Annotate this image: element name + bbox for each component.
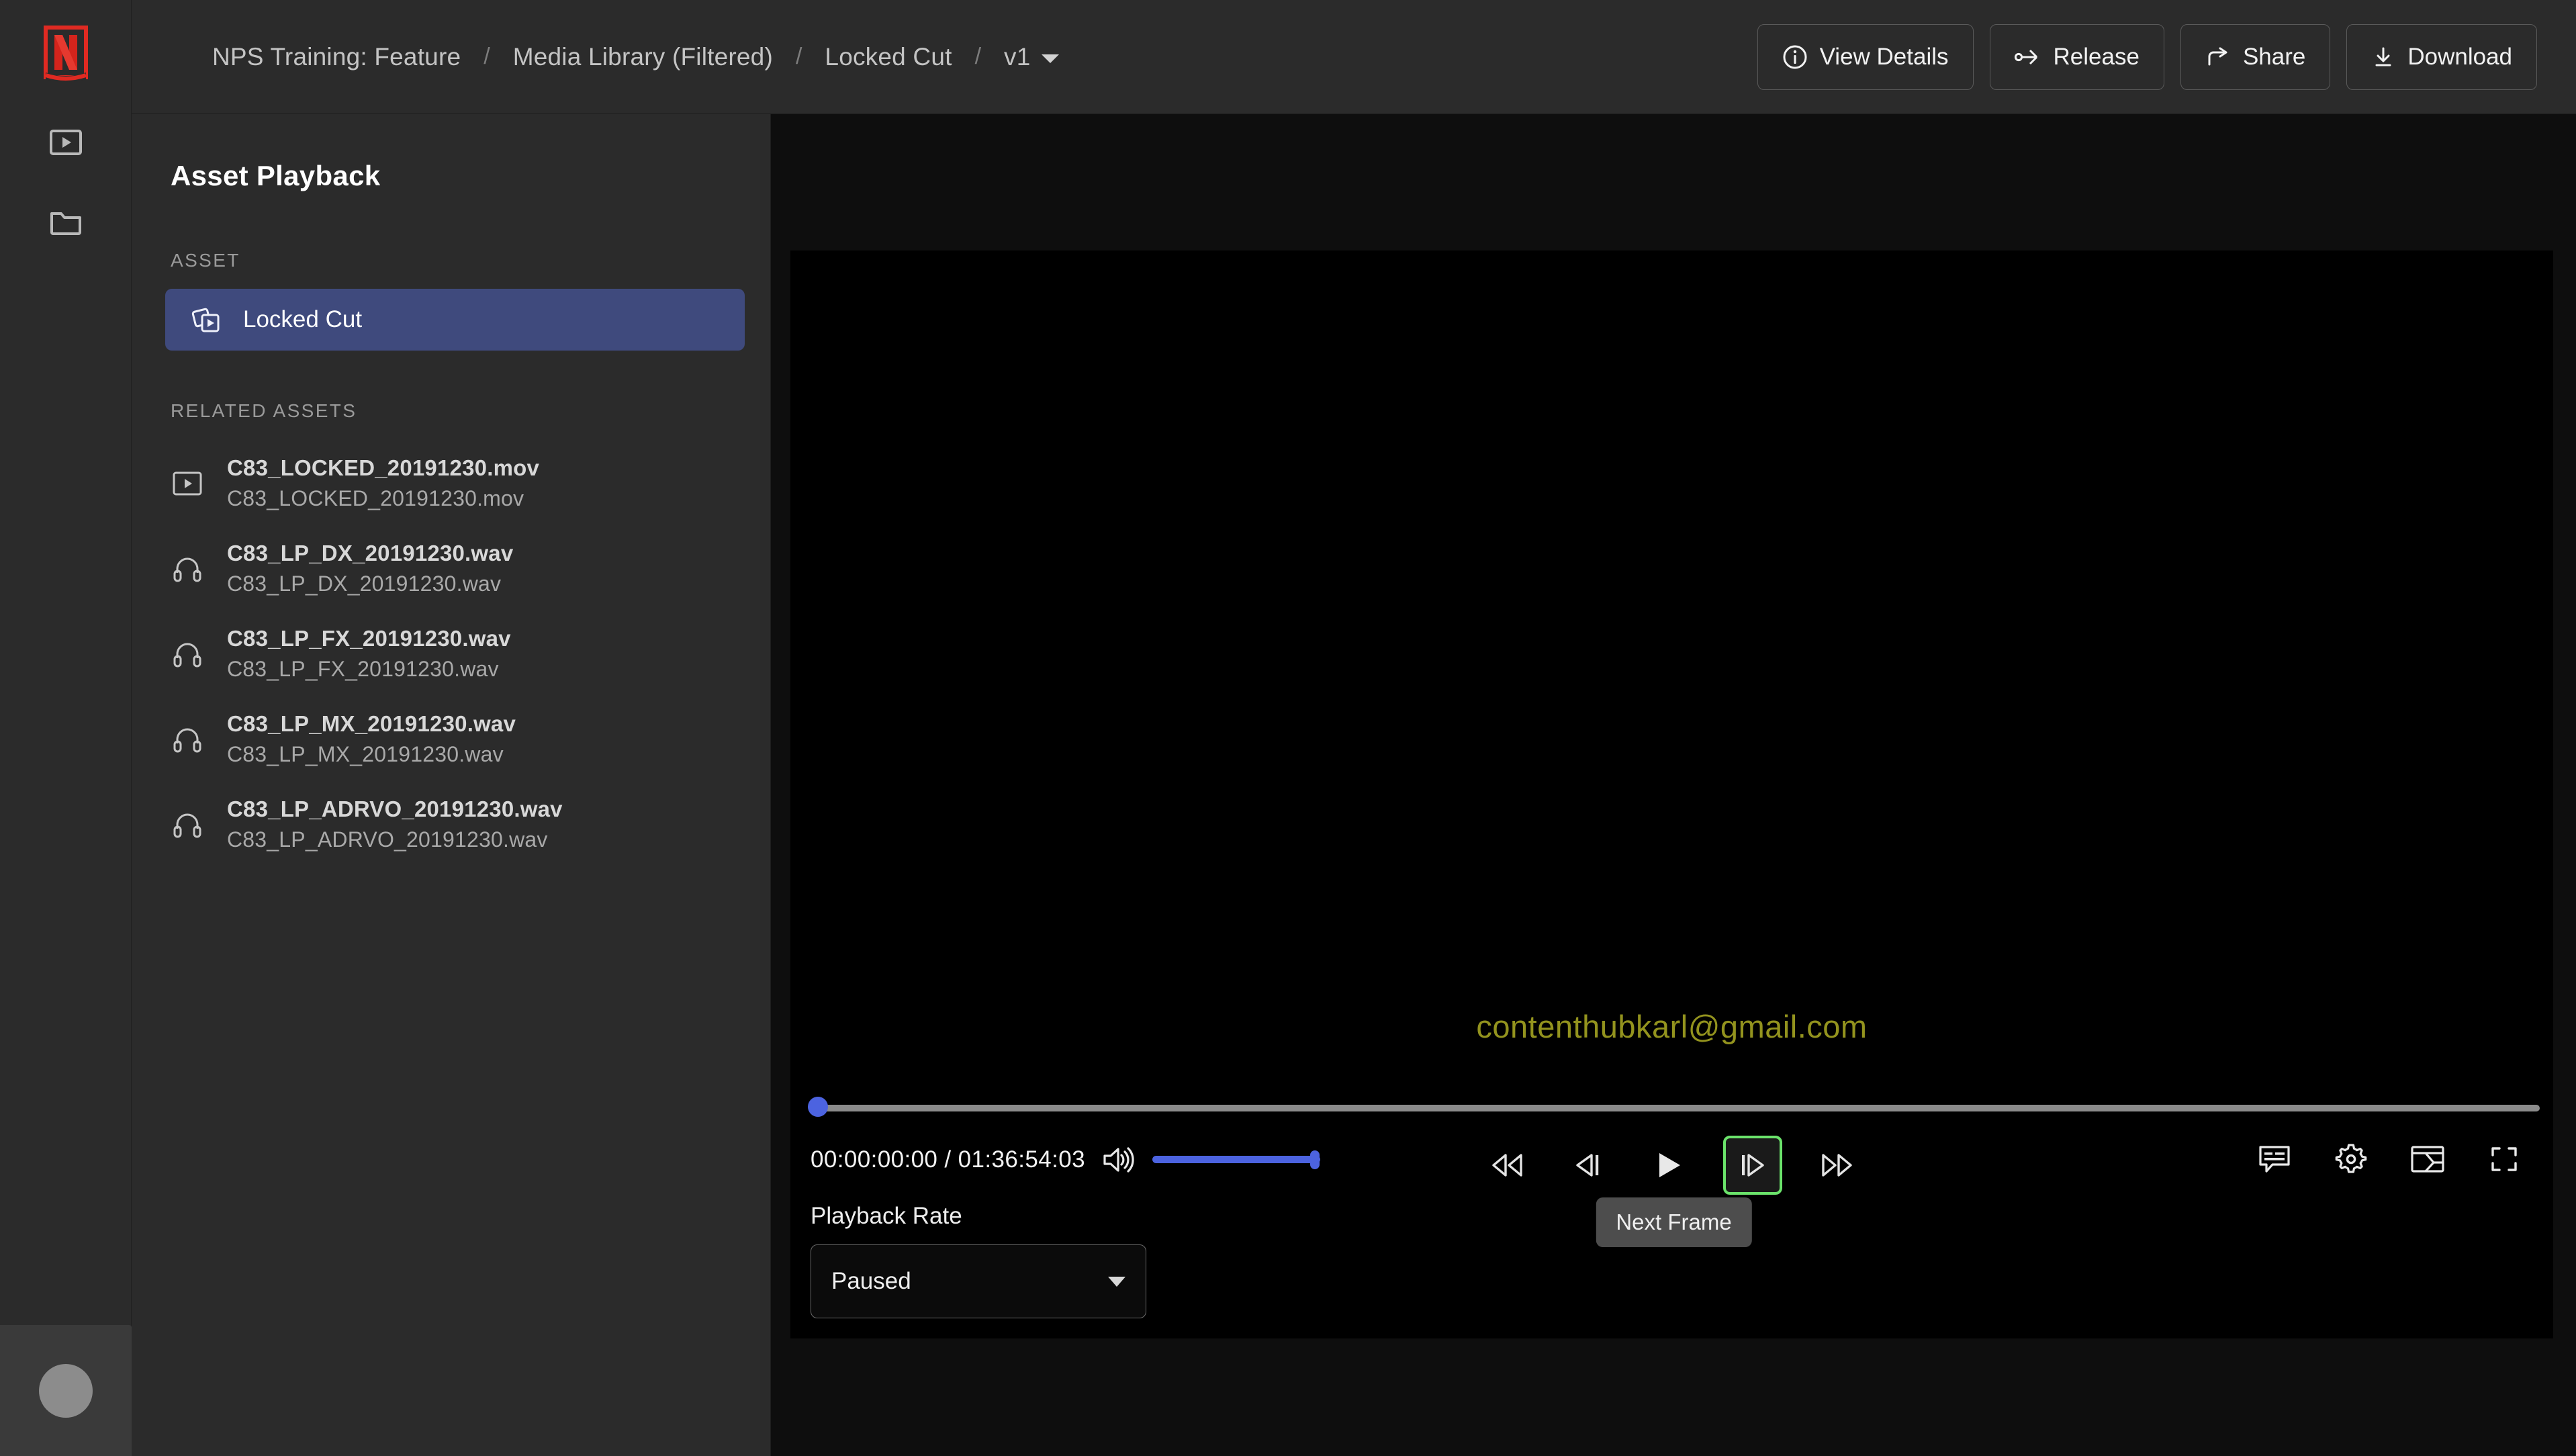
playback-rate-select[interactable]: Paused bbox=[811, 1244, 1146, 1318]
previous-frame-button[interactable] bbox=[1562, 1140, 1613, 1191]
list-item-text: C83_LP_MX_20191230.wav C83_LP_MX_2019123… bbox=[227, 711, 516, 767]
view-details-label: View Details bbox=[1819, 43, 1949, 70]
share-arrow-icon bbox=[2205, 44, 2231, 70]
asset-sidebar: Asset Playback ASSET Locked Cut RELATED … bbox=[132, 114, 771, 1456]
user-avatar[interactable] bbox=[38, 1363, 93, 1418]
transport-controls bbox=[1481, 1136, 1863, 1195]
info-circle-icon bbox=[1782, 44, 1808, 70]
list-item-text: C83_LP_FX_20191230.wav C83_LP_FX_2019123… bbox=[227, 626, 511, 682]
list-item-text: C83_LOCKED_20191230.mov C83_LOCKED_20191… bbox=[227, 455, 539, 511]
list-item-title: C83_LP_MX_20191230.wav bbox=[227, 711, 516, 736]
list-item-title: C83_LP_ADRVO_20191230.wav bbox=[227, 797, 563, 821]
playback-rate-label: Playback Rate bbox=[811, 1203, 962, 1229]
playback-rate-value: Paused bbox=[831, 1268, 911, 1294]
top-bar: NPS Training: Feature / Media Library (F… bbox=[132, 0, 2576, 114]
fast-forward-button[interactable] bbox=[1812, 1140, 1863, 1191]
fullscreen-icon[interactable] bbox=[2485, 1140, 2524, 1179]
list-item[interactable]: C83_LP_DX_20191230.wav C83_LP_DX_2019123… bbox=[132, 526, 770, 611]
list-item-title: C83_LOCKED_20191230.mov bbox=[227, 455, 540, 480]
view-details-button[interactable]: View Details bbox=[1757, 24, 1974, 90]
release-label: Release bbox=[2053, 43, 2140, 70]
download-icon bbox=[2371, 44, 2395, 70]
share-label: Share bbox=[2242, 43, 2306, 70]
gear-icon[interactable] bbox=[2332, 1140, 2371, 1179]
main-content: contenthubkarl@gmail.com 00:00:00:00 / 0… bbox=[771, 114, 2576, 1456]
related-section-label: RELATED ASSETS bbox=[171, 400, 357, 421]
list-item-subtitle: C83_LP_ADRVO_20191230.wav bbox=[227, 827, 548, 852]
list-item[interactable]: C83_LP_MX_20191230.wav C83_LP_MX_2019123… bbox=[132, 696, 770, 782]
breadcrumb: NPS Training: Feature / Media Library (F… bbox=[212, 43, 1059, 71]
release-button[interactable]: Release bbox=[1989, 24, 2164, 90]
breadcrumb-separator: / bbox=[795, 44, 802, 69]
breadcrumb-separator: / bbox=[484, 44, 490, 69]
headphones-icon bbox=[171, 552, 204, 586]
player-right-icons bbox=[2255, 1140, 2524, 1179]
volume-icon[interactable] bbox=[1100, 1141, 1138, 1179]
list-item-title: C83_LP_FX_20191230.wav bbox=[227, 626, 511, 651]
page-title: Asset Playback bbox=[171, 160, 381, 191]
rewind-button[interactable] bbox=[1481, 1140, 1532, 1191]
list-item-subtitle: C83_LP_MX_20191230.wav bbox=[227, 742, 504, 766]
video-file-icon bbox=[171, 467, 204, 500]
timecode-display: 00:00:00:00 / 01:36:54:03 bbox=[811, 1146, 1085, 1173]
rail-item-folders[interactable] bbox=[47, 203, 85, 240]
layout-panel-icon[interactable] bbox=[2408, 1140, 2447, 1179]
list-item[interactable]: C83_LOCKED_20191230.mov C83_LOCKED_20191… bbox=[132, 441, 770, 526]
version-label: v1 bbox=[1004, 42, 1031, 71]
share-button[interactable]: Share bbox=[2180, 24, 2331, 90]
sidebar-item-label: Locked Cut bbox=[243, 306, 363, 332]
breadcrumb-item-locked-cut[interactable]: Locked Cut bbox=[825, 43, 952, 71]
download-button[interactable]: Download bbox=[2346, 24, 2537, 90]
sidebar-item-locked-cut[interactable]: Locked Cut bbox=[165, 289, 745, 351]
chevron-down-icon bbox=[1108, 1276, 1125, 1287]
media-stack-play-icon bbox=[191, 304, 222, 335]
app-root: NPS Training: Feature / Media Library (F… bbox=[0, 0, 2576, 1456]
volume-track[interactable] bbox=[1152, 1156, 1320, 1163]
rail-icon-group bbox=[47, 124, 85, 240]
left-nav-rail bbox=[0, 0, 132, 1456]
video-player: contenthubkarl@gmail.com 00:00:00:00 / 0… bbox=[790, 251, 2553, 1338]
list-item-text: C83_LP_DX_20191230.wav C83_LP_DX_2019123… bbox=[227, 541, 513, 596]
breadcrumb-separator: / bbox=[974, 44, 982, 69]
list-item-text: C83_LP_ADRVO_20191230.wav C83_LP_ADRVO_2… bbox=[227, 797, 563, 852]
netflix-logo[interactable] bbox=[43, 26, 88, 82]
play-button[interactable] bbox=[1643, 1140, 1694, 1191]
version-selector[interactable]: v1 bbox=[1004, 42, 1059, 71]
headphones-icon bbox=[171, 723, 204, 756]
breadcrumb-item-media-library[interactable]: Media Library (Filtered) bbox=[513, 43, 773, 71]
video-canvas[interactable] bbox=[790, 251, 2553, 1070]
next-frame-button[interactable] bbox=[1722, 1136, 1782, 1195]
download-label: Download bbox=[2407, 43, 2512, 70]
chevron-down-icon bbox=[1041, 54, 1059, 63]
list-item-title: C83_LP_DX_20191230.wav bbox=[227, 541, 514, 565]
seek-track[interactable] bbox=[809, 1105, 2540, 1111]
release-branch-icon bbox=[2014, 44, 2041, 70]
player-controls: 00:00:00:00 / 01:36:54:03 bbox=[790, 1130, 2553, 1204]
related-assets-list: C83_LOCKED_20191230.mov C83_LOCKED_20191… bbox=[132, 441, 770, 867]
playback-rate-block: Playback Rate Paused bbox=[811, 1203, 1146, 1318]
list-item-subtitle: C83_LP_FX_20191230.wav bbox=[227, 657, 499, 681]
headphones-icon bbox=[171, 637, 204, 671]
volume-thumb[interactable] bbox=[1309, 1150, 1320, 1169]
next-frame-tooltip: Next Frame bbox=[1596, 1197, 1752, 1247]
breadcrumb-item-project[interactable]: NPS Training: Feature bbox=[212, 43, 461, 71]
avatar-cell bbox=[0, 1324, 132, 1456]
headphones-icon bbox=[171, 808, 204, 841]
time-and-volume-group: 00:00:00:00 / 01:36:54:03 bbox=[811, 1141, 1320, 1179]
seek-thumb[interactable] bbox=[808, 1097, 828, 1117]
list-item[interactable]: C83_LP_FX_20191230.wav C83_LP_FX_2019123… bbox=[132, 611, 770, 696]
volume-slider[interactable] bbox=[1152, 1146, 1320, 1173]
subtitles-icon[interactable] bbox=[2255, 1140, 2294, 1179]
list-item-subtitle: C83_LP_DX_20191230.wav bbox=[227, 572, 502, 596]
rail-item-video-library[interactable] bbox=[47, 124, 85, 161]
seek-bar[interactable] bbox=[808, 1097, 2540, 1117]
list-item-subtitle: C83_LOCKED_20191230.mov bbox=[227, 486, 524, 510]
list-item[interactable]: C83_LP_ADRVO_20191230.wav C83_LP_ADRVO_2… bbox=[132, 782, 770, 867]
asset-section-label: ASSET bbox=[171, 250, 240, 271]
top-action-buttons: View Details Release Share Download bbox=[1757, 24, 2537, 90]
